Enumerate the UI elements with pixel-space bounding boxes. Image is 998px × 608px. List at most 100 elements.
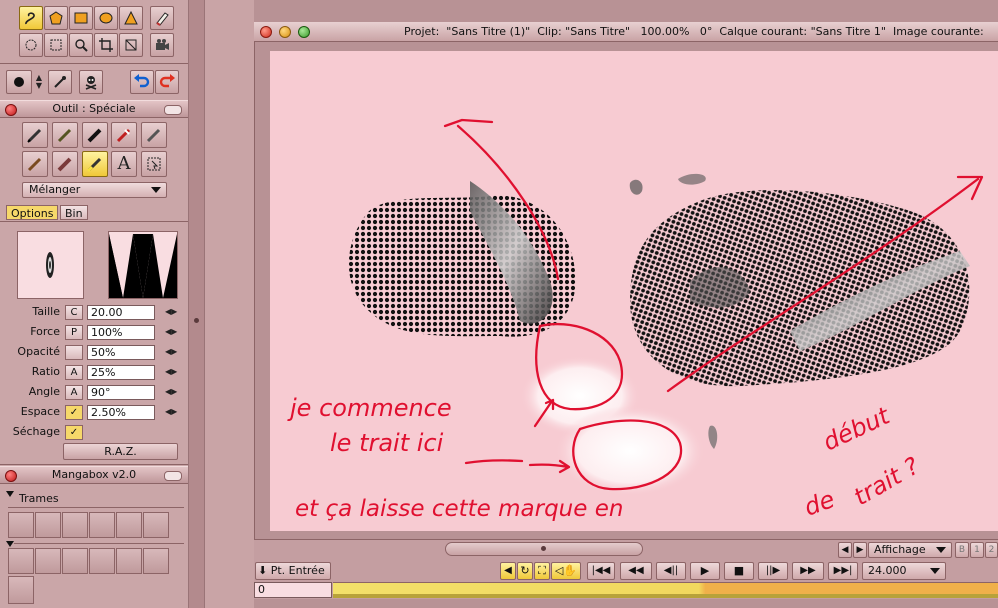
eyedropper-icon[interactable] <box>48 70 72 94</box>
screentone-slot[interactable] <box>62 512 88 538</box>
hand-scrub-icon[interactable]: ◁✋▷ <box>551 562 581 593</box>
step-forward-icon[interactable]: ||▶ <box>758 562 788 580</box>
param-lock-toggle[interactable]: P <box>65 325 83 340</box>
disclosure-triangle-icon[interactable] <box>6 488 14 497</box>
ellipse-icon[interactable] <box>94 6 118 30</box>
screentone-slot[interactable] <box>116 548 142 574</box>
param-lock-toggle[interactable]: A <box>65 365 83 380</box>
param-stepper-icon[interactable]: ◀▶ <box>165 366 181 378</box>
zoom-icon[interactable] <box>69 33 93 57</box>
sound-icon[interactable]: ◀ <box>500 562 516 580</box>
screentone-slot[interactable] <box>116 512 142 538</box>
screentone-slot[interactable] <box>62 548 88 574</box>
marker-icon[interactable] <box>82 122 108 148</box>
screentone-slot[interactable] <box>35 512 61 538</box>
lasso-icon[interactable] <box>19 6 43 30</box>
transform-icon[interactable] <box>119 33 143 57</box>
screentone-slot[interactable] <box>89 512 115 538</box>
window-titlebar[interactable]: Projet: "Sans Titre (1)" Clip: "Sans Tit… <box>254 22 998 42</box>
screentone-slot[interactable] <box>8 548 34 574</box>
screentone-slot[interactable] <box>8 576 34 604</box>
drawing-canvas[interactable]: je commence le trait ici et ça laisse ce… <box>270 51 998 531</box>
disclosure-triangle-icon[interactable] <box>6 538 14 547</box>
swap-arrows-icon[interactable]: ▲ ▼ <box>33 70 45 94</box>
frame-button-1[interactable]: 1 <box>970 542 984 558</box>
selection-tool-icon[interactable] <box>141 151 167 177</box>
in-point-button[interactable]: ⬇ Pt. Entrée <box>255 562 331 580</box>
close-icon[interactable] <box>5 470 17 482</box>
rewind-icon[interactable]: ◀◀ <box>620 562 652 580</box>
prev-arrow-icon[interactable]: ◀ <box>838 542 852 558</box>
screentone-slot[interactable] <box>143 548 169 574</box>
crop-icon[interactable] <box>94 33 118 57</box>
display-menu[interactable]: Affichage <box>868 542 952 558</box>
timeline-track[interactable] <box>333 582 998 598</box>
param-lock-toggle[interactable]: ✓ <box>65 425 83 440</box>
zoom-window-icon[interactable] <box>298 26 310 38</box>
loop-icon[interactable]: ↻ <box>517 562 533 580</box>
brush-size-icon[interactable] <box>6 70 32 94</box>
paintbrush-icon[interactable] <box>22 151 48 177</box>
param-stepper-icon[interactable]: ◀▶ <box>165 346 181 358</box>
step-back-icon[interactable]: ◀|| <box>656 562 686 580</box>
frame-number-field[interactable]: 0 <box>254 582 332 598</box>
horizontal-scrollbar[interactable] <box>445 542 643 556</box>
param-lock-toggle[interactable]: ✓ <box>65 405 83 420</box>
camera-icon[interactable] <box>150 33 174 57</box>
triangle-icon[interactable] <box>119 6 143 30</box>
lasso-select-icon[interactable] <box>19 33 43 57</box>
close-window-icon[interactable] <box>260 26 272 38</box>
text-tool-icon[interactable]: A <box>111 151 137 177</box>
param-stepper-icon[interactable]: ◀▶ <box>165 386 181 398</box>
param-value-field[interactable]: 90° <box>87 385 155 400</box>
eraser-icon[interactable] <box>150 6 174 30</box>
rectangle-icon[interactable] <box>69 6 93 30</box>
screentone-slot[interactable] <box>143 512 169 538</box>
watercolor-icon[interactable] <box>52 151 78 177</box>
undo-icon[interactable] <box>130 70 154 94</box>
param-value-field[interactable]: 100% <box>87 325 155 340</box>
redo-icon[interactable] <box>155 70 179 94</box>
param-lock-toggle[interactable]: C <box>65 305 83 320</box>
skull-icon[interactable] <box>79 70 103 94</box>
param-value-field[interactable]: 50% <box>87 345 155 360</box>
screentone-slot[interactable] <box>8 512 34 538</box>
next-arrow-icon[interactable]: ▶ <box>853 542 867 558</box>
minimize-window-icon[interactable] <box>279 26 291 38</box>
last-frame-icon[interactable]: ▶▶| <box>828 562 858 580</box>
pentagon-icon[interactable] <box>44 6 68 30</box>
tab-options[interactable]: Options <box>6 205 59 220</box>
param-lock-toggle[interactable] <box>65 345 83 360</box>
fps-select[interactable]: 24.000 <box>862 562 946 580</box>
fast-forward-icon[interactable]: ▶▶ <box>792 562 824 580</box>
blender-icon[interactable] <box>82 151 108 177</box>
stop-icon[interactable]: ■ <box>724 562 754 580</box>
collapse-icon[interactable] <box>164 105 182 115</box>
screentone-slot[interactable] <box>89 548 115 574</box>
play-icon[interactable]: ▶ <box>690 562 720 580</box>
blend-mode-select[interactable]: Mélanger <box>22 182 167 198</box>
frame-select-icon[interactable]: ⛶ <box>534 562 550 580</box>
frame-button-b[interactable]: B <box>955 542 969 558</box>
param-value-field[interactable]: 20.00 <box>87 305 155 320</box>
collapse-icon[interactable] <box>164 471 182 481</box>
reset-button[interactable]: R.A.Z. <box>63 443 178 460</box>
param-lock-toggle[interactable]: A <box>65 385 83 400</box>
pencil-icon[interactable] <box>141 122 167 148</box>
param-stepper-icon[interactable]: ◀▶ <box>165 306 181 318</box>
panel-splitter[interactable] <box>188 0 205 608</box>
first-frame-icon[interactable]: |◀◀ <box>587 562 615 580</box>
airbrush-icon[interactable] <box>111 122 137 148</box>
pen-icon[interactable] <box>22 122 48 148</box>
tab-bin[interactable]: Bin <box>60 205 88 220</box>
close-icon[interactable] <box>5 104 17 116</box>
scroll-thumb-icon <box>541 546 546 551</box>
screentone-slot[interactable] <box>35 548 61 574</box>
gpen-icon[interactable] <box>52 122 78 148</box>
marquee-select-icon[interactable] <box>44 33 68 57</box>
param-value-field[interactable]: 2.50% <box>87 405 155 420</box>
frame-button-2[interactable]: 2 <box>985 542 998 558</box>
param-stepper-icon[interactable]: ◀▶ <box>165 326 181 338</box>
param-value-field[interactable]: 25% <box>87 365 155 380</box>
param-stepper-icon[interactable]: ◀▶ <box>165 406 181 418</box>
